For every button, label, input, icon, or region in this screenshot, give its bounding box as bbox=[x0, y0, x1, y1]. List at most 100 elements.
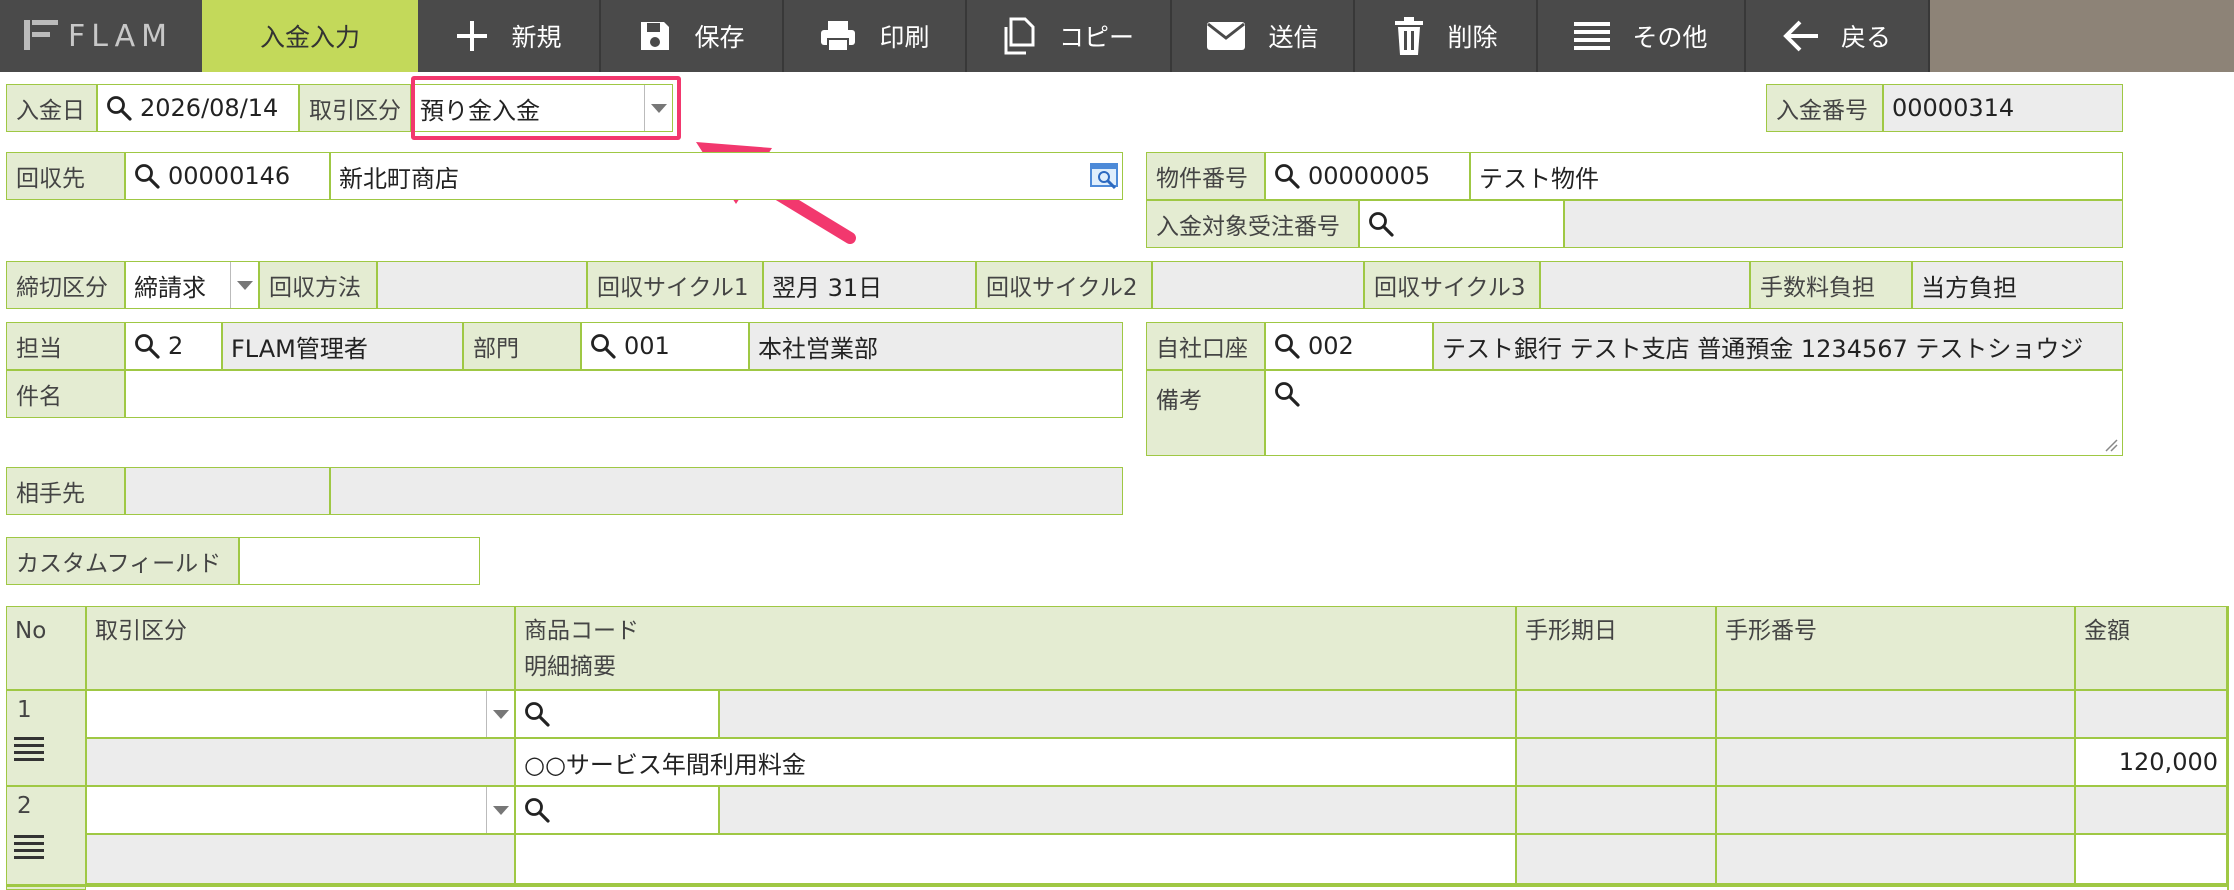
collection-name-field[interactable]: 新北町商店 bbox=[330, 152, 1123, 200]
property-no-label: 物件番号 bbox=[1146, 152, 1265, 200]
order-no-field[interactable] bbox=[1359, 200, 1564, 248]
subject-input[interactable] bbox=[125, 370, 1123, 418]
chevron-down-icon[interactable] bbox=[486, 787, 514, 833]
flam-logo[interactable]: FLAM bbox=[0, 0, 202, 72]
search-icon[interactable] bbox=[1274, 163, 1300, 189]
row-amount-top bbox=[2075, 786, 2227, 834]
account-name-field: テスト銀行 テスト支店 普通預金 1234567 テストショウジ bbox=[1433, 322, 2123, 370]
custom-field-input[interactable] bbox=[239, 537, 480, 585]
trash-icon bbox=[1395, 17, 1424, 55]
staff-label: 担当 bbox=[6, 322, 125, 370]
subject-label: 件名 bbox=[6, 370, 125, 418]
row-summary-input[interactable] bbox=[515, 834, 1516, 884]
row-number-value: 2 bbox=[17, 793, 32, 819]
account-code-field[interactable]: 002 bbox=[1265, 322, 1433, 370]
back-button-label: 戻る bbox=[1840, 23, 1891, 52]
order-no-label: 入金対象受注番号 bbox=[1146, 200, 1359, 248]
col-no-header: No bbox=[6, 606, 86, 690]
staff-code-field[interactable]: 2 bbox=[125, 322, 222, 370]
collection-code-field[interactable]: 00000146 bbox=[125, 152, 330, 200]
search-icon[interactable] bbox=[524, 797, 550, 823]
search-icon[interactable] bbox=[590, 333, 616, 359]
printer-icon bbox=[821, 21, 856, 52]
property-name-value: テスト物件 bbox=[1479, 164, 1599, 193]
fee-field: 当方負担 bbox=[1912, 261, 2123, 309]
table-bottom-border bbox=[6, 884, 2227, 887]
dept-name-value: 本社営業部 bbox=[758, 334, 878, 363]
new-button[interactable]: 新規 bbox=[418, 0, 601, 72]
remarks-textarea[interactable] bbox=[1265, 370, 2123, 456]
search-icon[interactable] bbox=[106, 95, 132, 121]
toolbar: FLAM 入金入力 新規 保存 印刷 コピー 送信 削除 その他 戻る bbox=[0, 0, 2234, 72]
row-product-name bbox=[719, 786, 1516, 834]
row-blank-cell bbox=[86, 738, 515, 786]
arrow-left-icon bbox=[1783, 20, 1818, 52]
delete-button[interactable]: 削除 bbox=[1355, 0, 1538, 72]
row-product-code-input[interactable] bbox=[515, 690, 719, 738]
col-summary-header: 明細摘要 bbox=[524, 654, 616, 680]
search-icon[interactable] bbox=[1368, 211, 1394, 237]
property-no-field[interactable]: 00000005 bbox=[1265, 152, 1470, 200]
method-field bbox=[377, 261, 587, 309]
row-summary-input[interactable]: ○○サービス年間利用料金 bbox=[515, 738, 1516, 786]
cycle1-label: 回収サイクル1 bbox=[587, 261, 763, 309]
save-button-label: 保存 bbox=[694, 23, 745, 52]
search-icon[interactable] bbox=[1274, 333, 1300, 359]
cycle3-label: 回収サイクル3 bbox=[1364, 261, 1540, 309]
lookup-window-icon[interactable] bbox=[1090, 161, 1120, 191]
tab-deposit-entry[interactable]: 入金入力 bbox=[202, 0, 418, 72]
resize-handle-icon[interactable] bbox=[2104, 438, 2118, 452]
collection-name-value: 新北町商店 bbox=[339, 164, 459, 193]
search-icon[interactable] bbox=[134, 333, 160, 359]
row-trade-type-select[interactable] bbox=[86, 690, 515, 738]
deposit-no-value: 00000314 bbox=[1892, 94, 2015, 122]
chevron-down-icon[interactable] bbox=[486, 691, 514, 737]
search-icon[interactable] bbox=[134, 163, 160, 189]
cycle3-field bbox=[1540, 261, 1750, 309]
new-button-label: 新規 bbox=[511, 23, 562, 52]
staff-name-value: FLAM管理者 bbox=[231, 334, 368, 363]
chevron-down-icon[interactable] bbox=[230, 262, 258, 308]
toolbar-spacer bbox=[1930, 0, 2234, 72]
partner-label: 相手先 bbox=[6, 467, 125, 515]
send-button[interactable]: 送信 bbox=[1172, 0, 1355, 72]
deposit-date-field[interactable]: 2026/08/14 bbox=[97, 84, 299, 132]
col-amount-header: 金額 bbox=[2075, 606, 2227, 690]
row-product-name bbox=[719, 690, 1516, 738]
remarks-label: 備考 bbox=[1146, 370, 1265, 456]
method-label: 回収方法 bbox=[259, 261, 377, 309]
cycle2-label: 回収サイクル2 bbox=[976, 261, 1152, 309]
delete-button-label: 削除 bbox=[1447, 23, 1498, 52]
flam-logo-icon bbox=[24, 20, 58, 50]
collection-label: 回収先 bbox=[6, 152, 125, 200]
floppy-disk-icon bbox=[641, 22, 670, 50]
back-button[interactable]: 戻る bbox=[1746, 0, 1930, 72]
account-name-value: テスト銀行 テスト支店 普通預金 1234567 テストショウジ bbox=[1442, 334, 2084, 363]
col-product-header: 商品コード 明細摘要 bbox=[515, 606, 1516, 690]
row-amount-input[interactable] bbox=[2075, 834, 2227, 884]
dept-code-field[interactable]: 001 bbox=[581, 322, 749, 370]
staff-name-field: FLAM管理者 bbox=[222, 322, 463, 370]
row-amount-input[interactable]: 120,000 bbox=[2075, 738, 2227, 786]
more-button[interactable]: その他 bbox=[1538, 0, 1746, 72]
row-detail-icon[interactable] bbox=[14, 834, 46, 860]
search-icon[interactable] bbox=[1274, 381, 1300, 407]
row-product-code-input[interactable] bbox=[515, 786, 719, 834]
row-trade-type-select[interactable] bbox=[86, 786, 515, 834]
account-label: 自社口座 bbox=[1146, 322, 1265, 370]
save-button[interactable]: 保存 bbox=[601, 0, 784, 72]
cycle1-field: 翌月 31日 bbox=[763, 261, 976, 309]
dept-label: 部門 bbox=[463, 322, 581, 370]
property-name-field[interactable]: テスト物件 bbox=[1470, 152, 2123, 200]
row-bill-no bbox=[1716, 786, 2075, 834]
closing-select[interactable]: 締請求 bbox=[125, 261, 259, 309]
partner-name-field bbox=[330, 467, 1123, 515]
more-button-label: その他 bbox=[1632, 23, 1708, 52]
row-bill-no-bottom bbox=[1716, 834, 2075, 884]
account-code-value: 002 bbox=[1308, 332, 1354, 360]
print-button[interactable]: 印刷 bbox=[784, 0, 967, 72]
search-icon[interactable] bbox=[524, 701, 550, 727]
copy-button[interactable]: コピー bbox=[967, 0, 1172, 72]
deposit-date-label: 入金日 bbox=[6, 84, 97, 132]
row-detail-icon[interactable] bbox=[14, 736, 46, 762]
